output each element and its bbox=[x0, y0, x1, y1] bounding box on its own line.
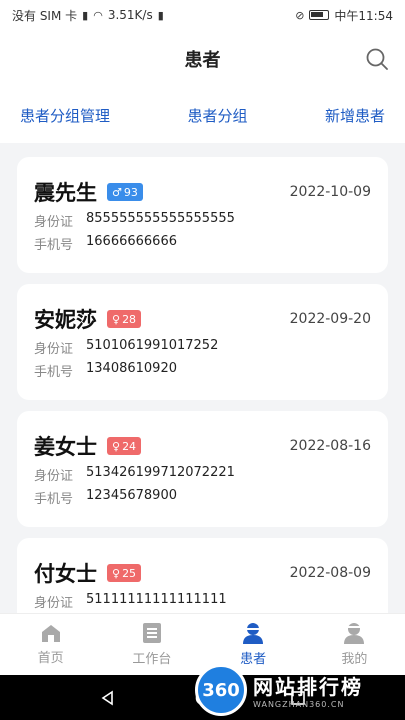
card-header: 付女士 ♀ 25 2022-08-09 bbox=[34, 558, 371, 588]
group-manage-button[interactable]: 患者分组管理 bbox=[20, 105, 110, 126]
tab-workbench[interactable]: 工作台 bbox=[101, 614, 202, 675]
mute-icon: ⊘ bbox=[295, 8, 305, 22]
id-card-value: 5101061991017252 bbox=[86, 338, 219, 353]
id-card-label: 身份证 bbox=[34, 596, 74, 611]
tab-label: 工作台 bbox=[132, 652, 172, 667]
id-card-value: 855555555555555555 bbox=[86, 211, 235, 226]
page-title: 患者 bbox=[184, 50, 221, 71]
id-card-row: 身份证 5101061991017252 bbox=[34, 338, 371, 357]
female-icon: ♀ bbox=[112, 566, 121, 580]
patient-date: 2022-09-20 bbox=[289, 311, 371, 327]
wifi-icon: ◠ bbox=[93, 8, 103, 22]
home-icon bbox=[41, 625, 60, 642]
card-header: 震先生 ♂ 93 2022-10-09 bbox=[34, 177, 371, 207]
card-header: 安妮莎 ♀ 28 2022-09-20 bbox=[34, 304, 371, 334]
watermark: 360 网站排行榜 WANGZHAN360.CN bbox=[195, 660, 405, 720]
patient-group-button[interactable]: 患者分组 bbox=[187, 105, 247, 126]
tab-home[interactable]: 首页 bbox=[0, 614, 101, 675]
watermark-title: 网站排行榜 bbox=[253, 675, 363, 699]
patient-name: 震先生 bbox=[34, 181, 97, 205]
id-card-row: 身份证 855555555555555555 bbox=[34, 211, 371, 230]
back-icon[interactable] bbox=[100, 690, 116, 706]
carrier-text: 没有 SIM 卡 bbox=[12, 8, 78, 23]
watermark-text: 网站排行榜 WANGZHAN360.CN bbox=[253, 671, 363, 709]
status-right: ⊘ 中午11:54 bbox=[295, 7, 393, 24]
phone-label: 手机号 bbox=[34, 238, 74, 253]
card-header: 姜女士 ♀ 24 2022-08-16 bbox=[34, 431, 371, 461]
add-patient-button[interactable]: 新增患者 bbox=[325, 105, 385, 126]
gender-age-badge: ♀ 28 bbox=[107, 310, 142, 328]
page-header: 患者 bbox=[0, 30, 405, 88]
patient-age: 28 bbox=[122, 312, 137, 326]
id-card-label: 身份证 bbox=[34, 215, 74, 230]
patient-card[interactable]: 付女士 ♀ 25 2022-08-09 身份证 5111111111111111… bbox=[17, 538, 388, 613]
patient-name: 姜女士 bbox=[34, 435, 97, 459]
id-card-row: 身份证 51111111111111111 bbox=[34, 592, 371, 611]
phone-value: 16666666666 bbox=[86, 234, 177, 249]
search-icon[interactable] bbox=[365, 47, 389, 71]
notification-icon: ▮ bbox=[157, 8, 164, 22]
patient-age: 24 bbox=[122, 439, 137, 453]
action-bar: 患者分组管理 患者分组 新增患者 bbox=[0, 88, 405, 143]
phone-value: 12345678900 bbox=[86, 488, 177, 503]
patient-card[interactable]: 安妮莎 ♀ 28 2022-09-20 身份证 5101061991017252… bbox=[17, 284, 388, 400]
profile-icon bbox=[344, 623, 365, 644]
workbench-icon bbox=[142, 623, 161, 643]
id-card-label: 身份证 bbox=[34, 342, 74, 357]
status-left: 没有 SIM 卡 ▮ ◠ 3.51K/s ▮ bbox=[12, 7, 164, 24]
patient-card[interactable]: 姜女士 ♀ 24 2022-08-16 身份证 5134261997120722… bbox=[17, 411, 388, 527]
patient-name: 安妮莎 bbox=[34, 308, 97, 332]
sim-alert-icon: ▮ bbox=[82, 8, 89, 22]
patient-date: 2022-10-09 bbox=[289, 184, 371, 200]
patient-name: 付女士 bbox=[34, 562, 97, 586]
id-card-value: 51111111111111111 bbox=[86, 592, 227, 607]
id-card-value: 513426199712072221 bbox=[86, 465, 235, 480]
clock: 中午11:54 bbox=[334, 8, 393, 23]
network-speed: 3.51K/s bbox=[107, 8, 153, 22]
female-icon: ♀ bbox=[112, 439, 121, 453]
phone-row: 手机号 12345678900 bbox=[34, 488, 371, 507]
id-card-label: 身份证 bbox=[34, 469, 74, 484]
patient-age: 93 bbox=[123, 185, 138, 199]
tab-label: 首页 bbox=[37, 651, 64, 666]
patient-icon bbox=[243, 623, 264, 644]
status-bar: 没有 SIM 卡 ▮ ◠ 3.51K/s ▮ ⊘ 中午11:54 bbox=[0, 0, 405, 30]
id-card-row: 身份证 513426199712072221 bbox=[34, 465, 371, 484]
watermark-subtitle: WANGZHAN360.CN bbox=[253, 700, 345, 709]
female-icon: ♀ bbox=[112, 312, 121, 326]
phone-value: 13408610920 bbox=[86, 361, 177, 376]
patient-card[interactable]: 震先生 ♂ 93 2022-10-09 身份证 8555555555555555… bbox=[17, 157, 388, 273]
gender-age-badge: ♀ 25 bbox=[107, 564, 142, 582]
patient-date: 2022-08-16 bbox=[289, 438, 371, 454]
male-icon: ♂ bbox=[112, 185, 122, 199]
phone-row: 手机号 16666666666 bbox=[34, 234, 371, 253]
gender-age-badge: ♀ 24 bbox=[107, 437, 142, 455]
patient-age: 25 bbox=[122, 566, 137, 580]
patient-date: 2022-08-09 bbox=[289, 565, 371, 581]
phone-label: 手机号 bbox=[34, 365, 74, 380]
gender-age-badge: ♂ 93 bbox=[107, 183, 143, 201]
watermark-logo: 360 bbox=[195, 664, 247, 716]
phone-row: 手机号 13408610920 bbox=[34, 361, 371, 380]
phone-label: 手机号 bbox=[34, 492, 74, 507]
patient-list: 震先生 ♂ 93 2022-10-09 身份证 8555555555555555… bbox=[0, 143, 405, 613]
battery-icon bbox=[309, 10, 330, 20]
